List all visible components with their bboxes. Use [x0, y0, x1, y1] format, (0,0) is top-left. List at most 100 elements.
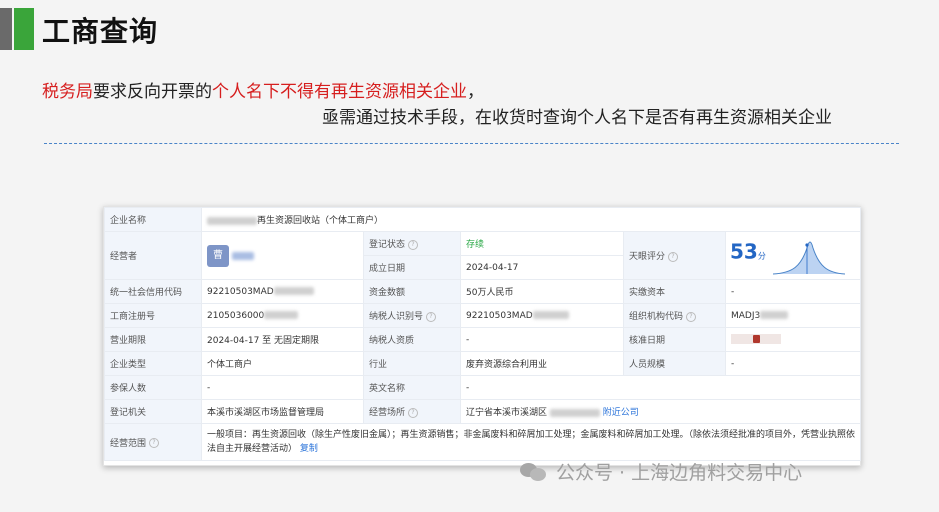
avatar: 曹 — [207, 244, 229, 267]
taxpayer-id-label-text: 纳税人识别号 — [369, 312, 424, 322]
established-label: 成立日期 — [363, 255, 461, 280]
table-row: 经营范围? 一般项目：再生资源回收（除生产性废旧金属）；再生资源销售；非金属废料… — [104, 423, 862, 461]
table-row: 企业类型 个体工商户 行业 废弃资源综合利用业 人员规模 - — [104, 351, 862, 376]
redacted-text — [264, 311, 299, 319]
table-row: 登记机关 本溪市溪湖区市场监督管理局 经营场所? 辽宁省本溪市溪湖区 附近公司 — [104, 399, 862, 424]
rating-label: 天眼评分? — [623, 231, 726, 280]
headline-text-a: 要求反向开票的 — [93, 82, 212, 102]
authority-value: 本溪市溪湖区市场监督管理局 — [201, 399, 364, 424]
scope-value: 一般项目：再生资源回收（除生产性废旧金属）；再生资源销售；非金属废料和碎屑加工处… — [200, 423, 862, 461]
headline-comma: ， — [467, 82, 484, 102]
taxpayer-id-text: 92210503MAD — [466, 310, 533, 321]
term-label: 营业期限 — [104, 327, 202, 352]
business-info-card: 企业名称 再生资源回收站（个体工商户） 经营者 曹 登记状态? 存续 天眼评分?… — [103, 206, 862, 466]
established-value: 2024-04-17 — [460, 255, 624, 280]
staff-size-value: - — [724, 351, 862, 376]
help-icon[interactable]: ? — [149, 438, 160, 448]
help-icon[interactable]: ? — [426, 311, 437, 322]
operator-value[interactable]: 曹 — [201, 231, 364, 280]
table-row: 统一社会信用代码 92210503MAD 资金数额 50万人民币 实缴资本 - — [104, 279, 862, 304]
org-code-label: 组织机构代码? — [623, 303, 726, 328]
company-type-label: 企业类型 — [104, 351, 202, 376]
rating-marker-dot — [805, 242, 809, 247]
watermark: 公众号 · 上海边角料交易中心 — [520, 458, 802, 485]
reg-status-value: 存续 — [460, 231, 624, 256]
org-code-value: MADJ3 — [724, 303, 862, 328]
copy-link[interactable]: 复制 — [300, 444, 318, 454]
table-row: 工商注册号 2105036000 纳税人识别号? 92210503MAD 组织机… — [104, 303, 862, 328]
taxpayer-id-label: 纳税人识别号? — [363, 303, 461, 328]
industry-value: 废弃资源综合利用业 — [460, 351, 624, 376]
company-name-text: 再生资源回收站（个体工商户） — [257, 216, 384, 226]
credit-code-label: 统一社会信用代码 — [104, 279, 202, 304]
redacted-text — [760, 311, 789, 319]
company-name-value: 再生资源回收站（个体工商户） — [200, 207, 862, 232]
reg-number-text: 2105036000 — [207, 310, 265, 321]
authority-label: 登记机关 — [104, 399, 202, 424]
address-text: 辽宁省本溪市溪湖区 — [466, 408, 548, 418]
watermark-text: 公众号 · 上海边角料交易中心 — [556, 462, 803, 484]
scope-label: 经营范围? — [104, 423, 202, 461]
rating-distribution-chart — [772, 241, 845, 274]
credit-code-text: 92210503MAD — [207, 286, 274, 297]
headline-line-2: 亟需通过技术手段，在收货时查询个人名下是否有再生资源相关企业 — [322, 108, 832, 128]
industry-label: 行业 — [363, 351, 461, 376]
taxpayer-qual-value: - — [460, 327, 624, 352]
scope-label-text: 经营范围 — [110, 438, 147, 449]
org-code-label-text: 组织机构代码 — [629, 312, 684, 322]
rating-score: 53 — [730, 239, 758, 263]
table-row: 营业期限 2024-04-17 至 无固定期限 纳税人资质 - 核准日期 — [104, 327, 862, 352]
address-label-text: 经营场所 — [369, 408, 406, 418]
redacted-text — [207, 216, 257, 225]
english-name-value: - — [459, 375, 862, 400]
approval-date-label: 核准日期 — [623, 327, 726, 352]
title-accent-bar-green — [14, 8, 34, 50]
nearby-companies-link[interactable]: 附近公司 — [603, 408, 639, 418]
redacted-text — [231, 251, 254, 260]
capital-value: 50万人民币 — [460, 279, 624, 304]
insured-label: 参保人数 — [104, 375, 202, 400]
taxpayer-qual-label: 纳税人资质 — [363, 327, 461, 352]
help-icon[interactable]: ? — [686, 311, 697, 322]
operator-label: 经营者 — [104, 231, 202, 280]
paidin-value: - — [724, 279, 862, 304]
table-row: 经营者 曹 登记状态? 存续 天眼评分? 53分 — [104, 231, 862, 280]
english-name-label: 英文名称 — [363, 375, 461, 400]
help-icon[interactable]: ? — [668, 251, 679, 262]
approval-date-value[interactable] — [724, 327, 862, 352]
taxpayer-id-value: 92210503MAD — [460, 303, 624, 328]
table-row: 企业名称 再生资源回收站（个体工商户） — [104, 207, 862, 232]
insured-value: - — [201, 375, 364, 400]
rating-curve-fill — [772, 241, 845, 274]
locked-content[interactable] — [731, 334, 781, 345]
lock-icon — [753, 335, 760, 344]
help-icon[interactable]: ? — [408, 239, 419, 250]
term-value: 2024-04-17 至 无固定期限 — [201, 327, 364, 352]
headline-requirement: 个人名下不得有再生资源相关企业 — [212, 82, 467, 102]
rating-label-text: 天眼评分 — [629, 252, 666, 262]
redacted-text — [549, 408, 600, 417]
capital-label: 资金数额 — [363, 279, 461, 304]
help-icon[interactable]: ? — [408, 407, 419, 418]
reg-status-label-text: 登记状态 — [369, 240, 406, 250]
title-accent-bar-gray — [0, 8, 12, 50]
company-name-label: 企业名称 — [104, 207, 202, 232]
table-row: 参保人数 - 英文名称 - — [104, 375, 862, 400]
redacted-text — [532, 311, 569, 319]
redacted-text — [273, 287, 314, 295]
rating-value[interactable]: 53分 — [724, 231, 862, 280]
staff-size-label: 人员规模 — [623, 351, 726, 376]
address-label: 经营场所? — [363, 399, 461, 424]
company-type-value: 个体工商户 — [201, 351, 364, 376]
page-title: 工商查询 — [42, 15, 159, 48]
divider-dashed — [44, 143, 899, 144]
reg-status-label: 登记状态? — [363, 231, 461, 256]
reg-number-label: 工商注册号 — [104, 303, 202, 328]
reg-number-value: 2105036000 — [201, 303, 364, 328]
headline-line-1: 税务局要求反向开票的个人名下不得有再生资源相关企业， — [42, 77, 484, 102]
headline-tax-bureau: 税务局 — [42, 82, 93, 102]
credit-code-value: 92210503MAD — [201, 279, 364, 304]
wechat-icon — [520, 462, 546, 481]
rating-unit: 分 — [757, 251, 766, 260]
address-value: 辽宁省本溪市溪湖区 附近公司 — [459, 399, 862, 424]
